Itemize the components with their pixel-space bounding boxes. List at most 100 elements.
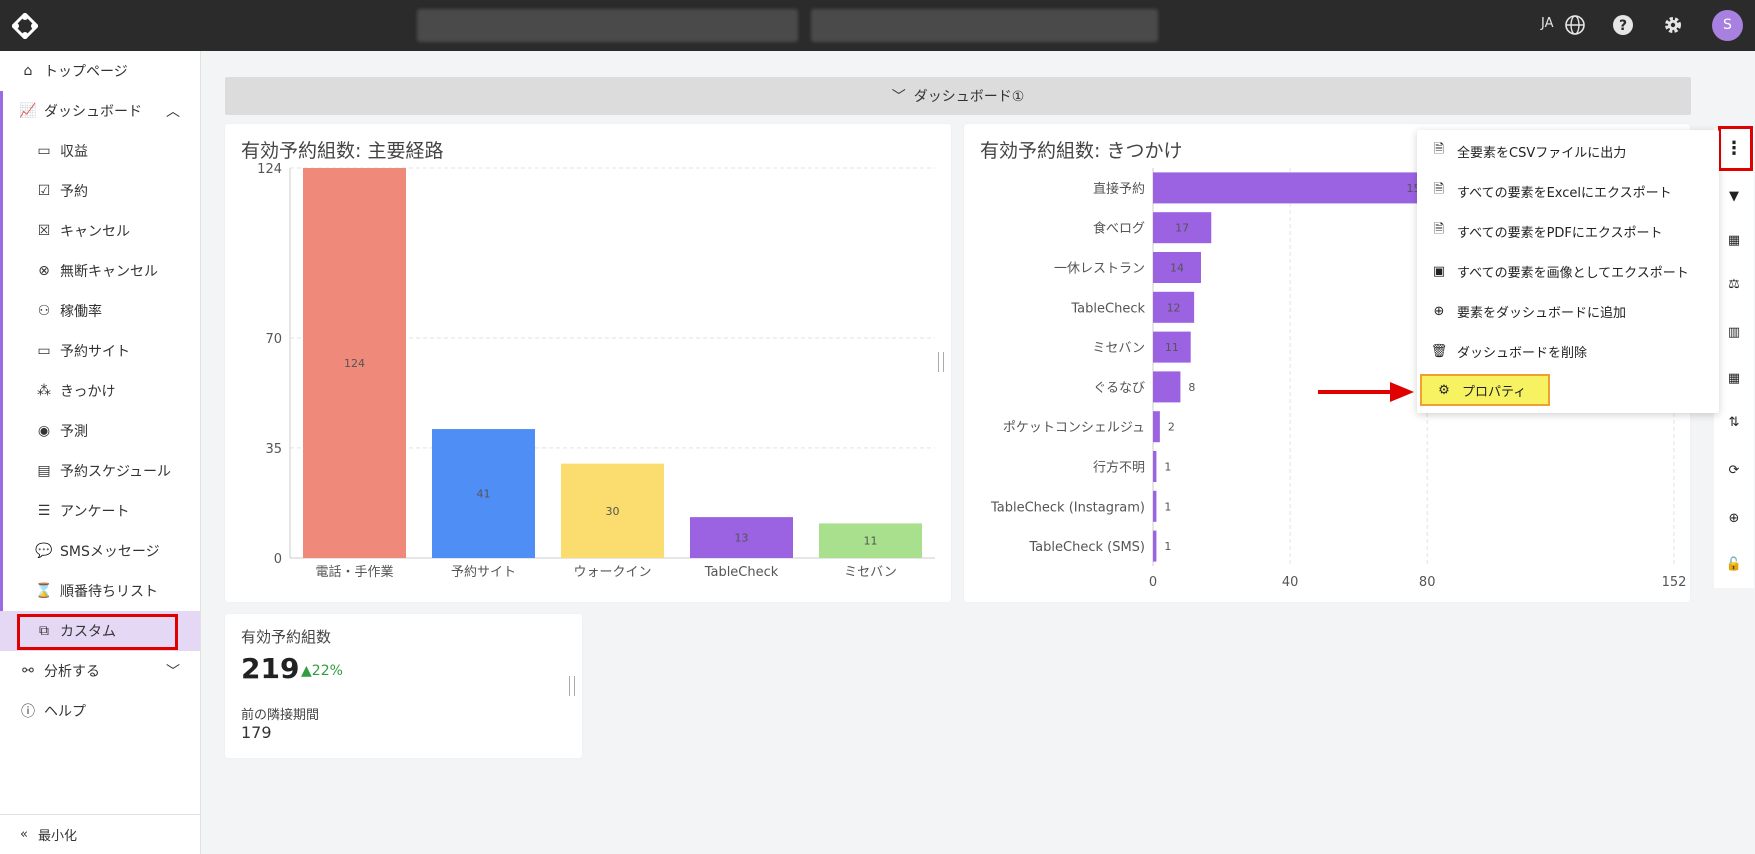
sidebar-item-analyze[interactable]: ⚯ 分析する ﹀: [0, 651, 200, 691]
settings-gear-icon[interactable]: [1662, 14, 1684, 36]
data-label: 8: [1188, 381, 1195, 394]
sidebar-item-label: トップページ: [44, 64, 128, 80]
sidebar-item-help[interactable]: ⓘ ヘルプ: [0, 691, 200, 731]
circle-x-icon: ⊗: [38, 263, 50, 279]
add-circle-icon[interactable]: ⊕: [1724, 508, 1744, 528]
schedule-icon: ▤: [37, 463, 51, 479]
help-icon[interactable]: ?: [1612, 14, 1634, 36]
sidebar-item-booking-site[interactable]: ▭ 予約サイト: [0, 331, 200, 371]
app-logo-icon[interactable]: [12, 13, 38, 39]
calendar-icon[interactable]: ▦: [1724, 230, 1744, 250]
menu-item-pdf[interactable]: 🗎 すべての要素をPDFにエクスポート: [1417, 215, 1719, 247]
search-field-blurred[interactable]: [417, 9, 798, 42]
sidebar-item-waitlist[interactable]: ⌛ 順番待ちリスト: [0, 571, 200, 611]
y-tick-label: ミセバン: [1092, 341, 1145, 356]
globe-icon[interactable]: [1564, 14, 1586, 36]
data-label: 11: [864, 535, 878, 548]
share-icon: ⁂: [37, 383, 51, 399]
x-tick-label: ミセバン: [844, 565, 897, 580]
data-label: 14: [1170, 262, 1184, 275]
widget-main-route[interactable]: 有効予約組数: 主要経路 0 35 70 124 124 電話・手作業 41 予約サイト 30 ウ…: [225, 124, 951, 602]
sidebar-item-revenue[interactable]: ▭ 収益: [0, 131, 200, 171]
scale-icon[interactable]: ⚖: [1724, 274, 1744, 294]
menu-item-image[interactable]: ▣ すべての要素を画像としてエクスポート: [1417, 255, 1719, 287]
menu-item-csv[interactable]: 🗎 全要素をCSVファイルに出力: [1417, 135, 1719, 167]
y-tick-label: ぐるなび: [1093, 381, 1145, 396]
kpi-change: ▲22%: [301, 663, 343, 679]
property-selector-blurred[interactable]: [811, 9, 1158, 42]
menu-item-delete-dashboard[interactable]: 🗑 ダッシュボードを削除: [1417, 335, 1719, 367]
resize-handle[interactable]: [569, 676, 575, 696]
sidebar-item-schedule[interactable]: ▤ 予約スケジュール: [0, 451, 200, 491]
y-tick-label: 35: [265, 442, 282, 457]
sort-icon[interactable]: ⇅: [1724, 412, 1744, 432]
data-label: 41: [477, 488, 491, 501]
data-label: 11: [1165, 341, 1179, 354]
sidebar-item-label: きっかけ: [60, 384, 116, 400]
sidebar-item-no-show[interactable]: ⊗ 無断キャンセル: [0, 251, 200, 291]
x-tick-label: 80: [1419, 575, 1436, 590]
chevron-down-icon[interactable]: ﹀: [166, 661, 180, 681]
dashboard-header[interactable]: ﹀ ダッシュボード①: [225, 77, 1691, 115]
unlock-icon[interactable]: 🔓: [1724, 554, 1744, 574]
bar: [1153, 411, 1160, 443]
minimize-button[interactable]: « 最小化: [0, 814, 200, 854]
widget-kpi[interactable]: 有効予約組数 219 ▲22% 前の隣接期間 179: [225, 614, 582, 758]
sidebar-item-label: SMSメッセージ: [60, 544, 160, 560]
y-tick-label: TableCheck: [1070, 301, 1145, 316]
sidebar-item-cancel[interactable]: ☒ キャンセル: [0, 211, 200, 251]
excel-file-icon: 🗎: [1433, 182, 1445, 197]
pdf-file-icon: 🗎: [1433, 222, 1445, 237]
sidebar-item-label: 予約: [60, 184, 88, 200]
x-tick-label: TableCheck: [704, 565, 779, 580]
y-tick-label: 直接予約: [1093, 181, 1145, 197]
gear-icon: ⚙: [1438, 382, 1450, 398]
sidebar-item-survey[interactable]: ☰ アンケート: [0, 491, 200, 531]
sidebar-item-dashboard[interactable]: 📈 ダッシュボード ︿: [0, 91, 200, 131]
sidebar-item-label: アンケート: [60, 504, 130, 520]
chevron-up-icon[interactable]: ︿: [166, 101, 180, 121]
sidebar-item-top-page[interactable]: ⌂ トップページ: [0, 51, 200, 91]
x-tick-label: ウォークイン: [573, 565, 651, 580]
main-route-bar-chart: 0 35 70 124 124 電話・手作業 41 予約サイト 30 ウォークイン 13 TableC…: [257, 162, 935, 580]
kpi-previous-value: 179: [241, 723, 272, 742]
sidebar: ⌂ トップページ 📈 ダッシュボード ︿ ▭ 収益 ☑ 予約 ☒ キャンセル ⊗…: [0, 51, 201, 854]
dashboard-title: ダッシュボード①: [913, 89, 1025, 105]
csv-file-icon: 🗎: [1433, 142, 1445, 157]
menu-item-add-to-dashboard[interactable]: ⊕ 要素をダッシュボードに追加: [1417, 295, 1719, 327]
x-tick-label: 電話・手作業: [315, 564, 393, 580]
data-label: 17: [1175, 222, 1189, 235]
menu-item-properties[interactable]: ⚙ プロパティ: [1420, 374, 1550, 406]
money-icon: ▭: [37, 143, 51, 159]
menu-item-excel[interactable]: 🗎 すべての要素をExcelにエクスポート: [1417, 175, 1719, 207]
user-avatar[interactable]: S: [1712, 10, 1743, 41]
sidebar-item-label: 分析する: [44, 664, 100, 680]
sidebar-item-forecast[interactable]: ◉ 予測: [0, 411, 200, 451]
y-tick-label: 一休レストラン: [1054, 262, 1145, 277]
trash-icon: 🗑: [1430, 343, 1448, 359]
sidebar-item-label: ヘルプ: [44, 704, 86, 720]
refresh-icon[interactable]: ⟳: [1724, 460, 1744, 480]
sidebar-item-trigger[interactable]: ⁂ きっかけ: [0, 371, 200, 411]
data-label: 124: [344, 357, 365, 370]
kpi-title: 有効予約組数: [241, 628, 332, 646]
right-toolbar: ⋮ ▼ ▦ ⚖ ▥ ▦ ⇅ ⟳ ⊕ 🔓: [1714, 128, 1754, 588]
survey-icon: ☰: [37, 503, 51, 519]
sidebar-item-occupancy[interactable]: ⚇ 稼働率: [0, 291, 200, 331]
monitor-icon: ▭: [37, 343, 51, 359]
home-icon: ⌂: [23, 63, 33, 79]
highlight-custom-box: [17, 614, 178, 650]
y-tick-label: 0: [274, 552, 282, 567]
bar-chart-icon[interactable]: ▥: [1724, 322, 1744, 342]
filter-icon[interactable]: ▼: [1724, 186, 1744, 206]
resize-handle[interactable]: [938, 352, 944, 372]
eye-icon: ◉: [37, 423, 51, 439]
kpi-value: 219: [241, 652, 300, 685]
grid-layout-icon[interactable]: ▦: [1724, 368, 1744, 388]
data-label: 30: [606, 505, 620, 518]
sidebar-item-sms[interactable]: 💬 SMSメッセージ: [0, 531, 200, 571]
sidebar-item-label: ダッシュボード: [44, 104, 142, 120]
language-label[interactable]: JA: [1541, 16, 1554, 31]
sidebar-item-reservation[interactable]: ☑ 予約: [0, 171, 200, 211]
y-tick-label: 70: [265, 332, 282, 347]
